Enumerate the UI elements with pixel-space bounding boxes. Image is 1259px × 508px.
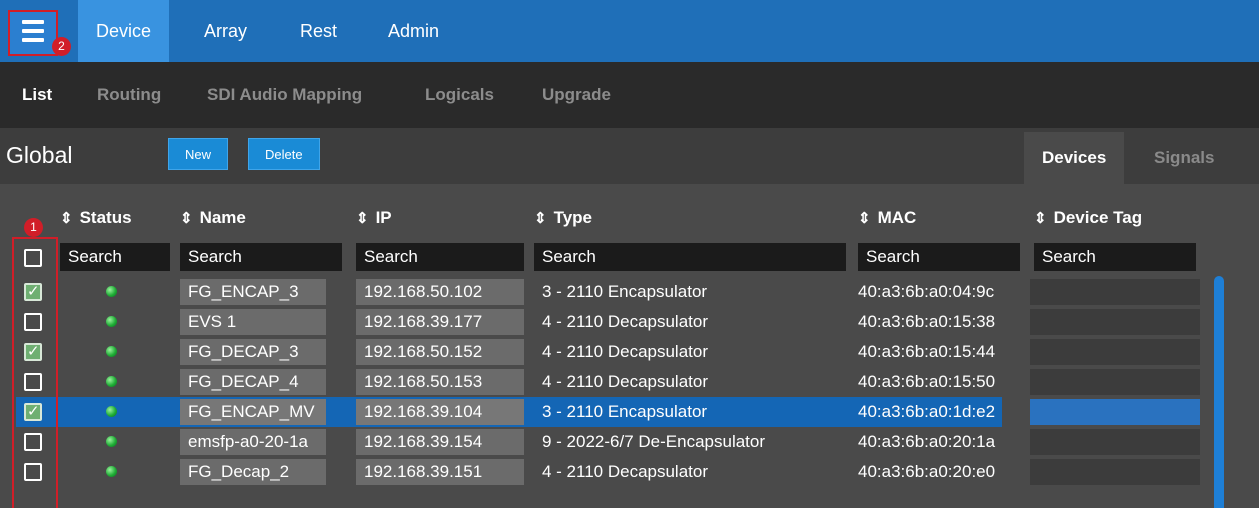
cell-type: 4 - 2110 Decapsulator	[542, 462, 709, 481]
sort-icon: ⇕	[356, 210, 369, 227]
cell-type: 3 - 2110 Encapsulator	[542, 282, 708, 301]
column-status-label: Status	[79, 208, 132, 227]
sort-icon: ⇕	[858, 210, 871, 227]
status-led-icon	[106, 316, 117, 327]
status-search-input[interactable]: Search	[60, 243, 170, 271]
cell-ip: 192.168.50.153	[356, 369, 524, 395]
page-title: Global	[6, 142, 73, 168]
status-led-icon	[106, 346, 117, 357]
column-type-label: Type	[553, 208, 592, 227]
cell-type: 4 - 2110 Decapsulator	[542, 312, 709, 331]
checkbox-column-highlight	[12, 237, 58, 508]
type-search-input[interactable]: Search	[534, 243, 846, 271]
column-mac-label: MAC	[877, 208, 917, 227]
sub-nav: List Routing SDI Audio Mapping Logicals …	[0, 62, 1259, 128]
cell-name: FG_DECAP_3	[180, 339, 326, 365]
column-device-tag[interactable]: ⇕ Device Tag	[1034, 206, 1142, 230]
cell-mac: 40:a3:6b:a0:15:50	[858, 372, 996, 391]
new-button[interactable]: New	[168, 138, 229, 170]
hamburger-icon	[22, 20, 44, 24]
status-led-icon	[106, 436, 117, 447]
cell-name: FG_Decap_2	[180, 459, 326, 485]
table-row[interactable]: FG_ENCAP_MV 192.168.39.104 3 - 2110 Encaps…	[16, 397, 1200, 427]
sort-icon: ⇕	[534, 210, 547, 227]
table-row[interactable]: FG_DECAP_3 192.168.50.152 4 - 2110 Decapsu…	[16, 337, 1200, 367]
table-row[interactable]: FG_ENCAP_3 192.168.50.102 3 - 2110 Encapsu…	[16, 277, 1200, 307]
cell-ip: 192.168.39.151	[356, 459, 524, 485]
column-type[interactable]: ⇕ Type	[534, 206, 592, 230]
cell-tag	[1030, 429, 1200, 455]
cell-mac: 40:a3:6b:a0:20:e0	[858, 462, 996, 481]
sort-icon: ⇕	[180, 210, 193, 227]
cell-ip: 192.168.39.154	[356, 429, 524, 455]
delete-button[interactable]: Delete	[248, 138, 320, 170]
nav-array[interactable]: Array	[186, 0, 265, 62]
cell-ip: 192.168.50.102	[356, 279, 524, 305]
subnav-logicals[interactable]: Logicals	[425, 62, 494, 128]
column-name[interactable]: ⇕ Name	[180, 206, 246, 230]
sort-icon: ⇕	[1034, 210, 1047, 227]
nav-admin[interactable]: Admin	[370, 0, 457, 62]
cell-tag	[1030, 369, 1200, 395]
vertical-scrollbar[interactable]	[1214, 276, 1224, 508]
cell-mac: 40:a3:6b:a0:15:44	[858, 342, 996, 361]
toolbar: Global New Delete Devices Signals	[0, 128, 1259, 184]
status-led-icon	[106, 466, 117, 477]
device-tag-search-input[interactable]: Search	[1034, 243, 1196, 271]
tab-devices[interactable]: Devices	[1024, 132, 1125, 184]
subnav-list[interactable]: List	[22, 62, 52, 128]
cell-mac: 40:a3:6b:a0:15:38	[858, 312, 996, 331]
cell-tag	[1030, 399, 1200, 425]
subnav-sdi-audio-mapping[interactable]: SDI Audio Mapping	[207, 62, 362, 128]
menu-badge: 2	[52, 37, 71, 56]
nav-rest[interactable]: Rest	[282, 0, 355, 62]
cell-type: 9 - 2022-6/7 De-Encapsulator	[542, 432, 766, 451]
subnav-upgrade[interactable]: Upgrade	[542, 62, 611, 128]
table-row[interactable]: FG_DECAP_4 192.168.50.153 4 - 2110 Decapsu…	[16, 367, 1200, 397]
cell-ip: 192.168.39.104	[356, 399, 524, 425]
table-row[interactable]: EVS 1 192.168.39.177 4 - 2110 Decapsulator…	[16, 307, 1200, 337]
column-ip[interactable]: ⇕ IP	[356, 206, 392, 230]
status-led-icon	[106, 406, 117, 417]
nav-device[interactable]: Device	[78, 0, 170, 62]
cell-type: 3 - 2110 Encapsulator	[542, 402, 708, 421]
column-ip-label: IP	[375, 208, 392, 227]
hamburger-icon-bar	[22, 38, 44, 42]
subnav-routing[interactable]: Routing	[97, 62, 161, 128]
ip-search-input[interactable]: Search	[356, 243, 524, 271]
name-search-input[interactable]: Search	[180, 243, 342, 271]
tab-signals[interactable]: Signals	[1136, 132, 1232, 184]
sort-icon: ⇕	[60, 210, 73, 227]
cell-name: FG_DECAP_4	[180, 369, 326, 395]
cell-tag	[1030, 309, 1200, 335]
mac-search-input[interactable]: Search	[858, 243, 1020, 271]
cell-name: FG_ENCAP_3	[180, 279, 326, 305]
cell-name: EVS 1	[180, 309, 326, 335]
column-status[interactable]: ⇕ Status	[60, 206, 132, 230]
column-mac[interactable]: ⇕ MAC	[858, 206, 916, 230]
cell-tag	[1030, 339, 1200, 365]
table-row[interactable]: emsfp-a0-20-1a 192.168.39.154 9 - 2022-6/7…	[16, 427, 1200, 457]
table-row[interactable]: FG_Decap_2 192.168.39.151 4 - 2110 Decapsu…	[16, 457, 1200, 487]
hamburger-icon-bar	[22, 29, 44, 33]
cell-mac: 40:a3:6b:a0:20:1a	[858, 432, 996, 451]
cell-type: 4 - 2110 Decapsulator	[542, 342, 709, 361]
select-column-badge: 1	[24, 218, 43, 237]
cell-type: 4 - 2110 Decapsulator	[542, 372, 709, 391]
status-led-icon	[106, 286, 117, 297]
cell-tag	[1030, 459, 1200, 485]
top-nav: 2 Device Array Rest Admin	[0, 0, 1259, 62]
column-device-tag-label: Device Tag	[1053, 208, 1143, 227]
cell-ip: 192.168.50.152	[356, 339, 524, 365]
cell-ip: 192.168.39.177	[356, 309, 524, 335]
cell-mac: 40:a3:6b:a0:1d:e2	[858, 402, 996, 421]
cell-name: emsfp-a0-20-1a	[180, 429, 326, 455]
column-name-label: Name	[199, 208, 246, 227]
menu-button[interactable]	[8, 10, 58, 56]
cell-mac: 40:a3:6b:a0:04:9c	[858, 282, 995, 301]
status-led-icon	[106, 376, 117, 387]
cell-tag	[1030, 279, 1200, 305]
cell-name: FG_ENCAP_MV	[180, 399, 326, 425]
